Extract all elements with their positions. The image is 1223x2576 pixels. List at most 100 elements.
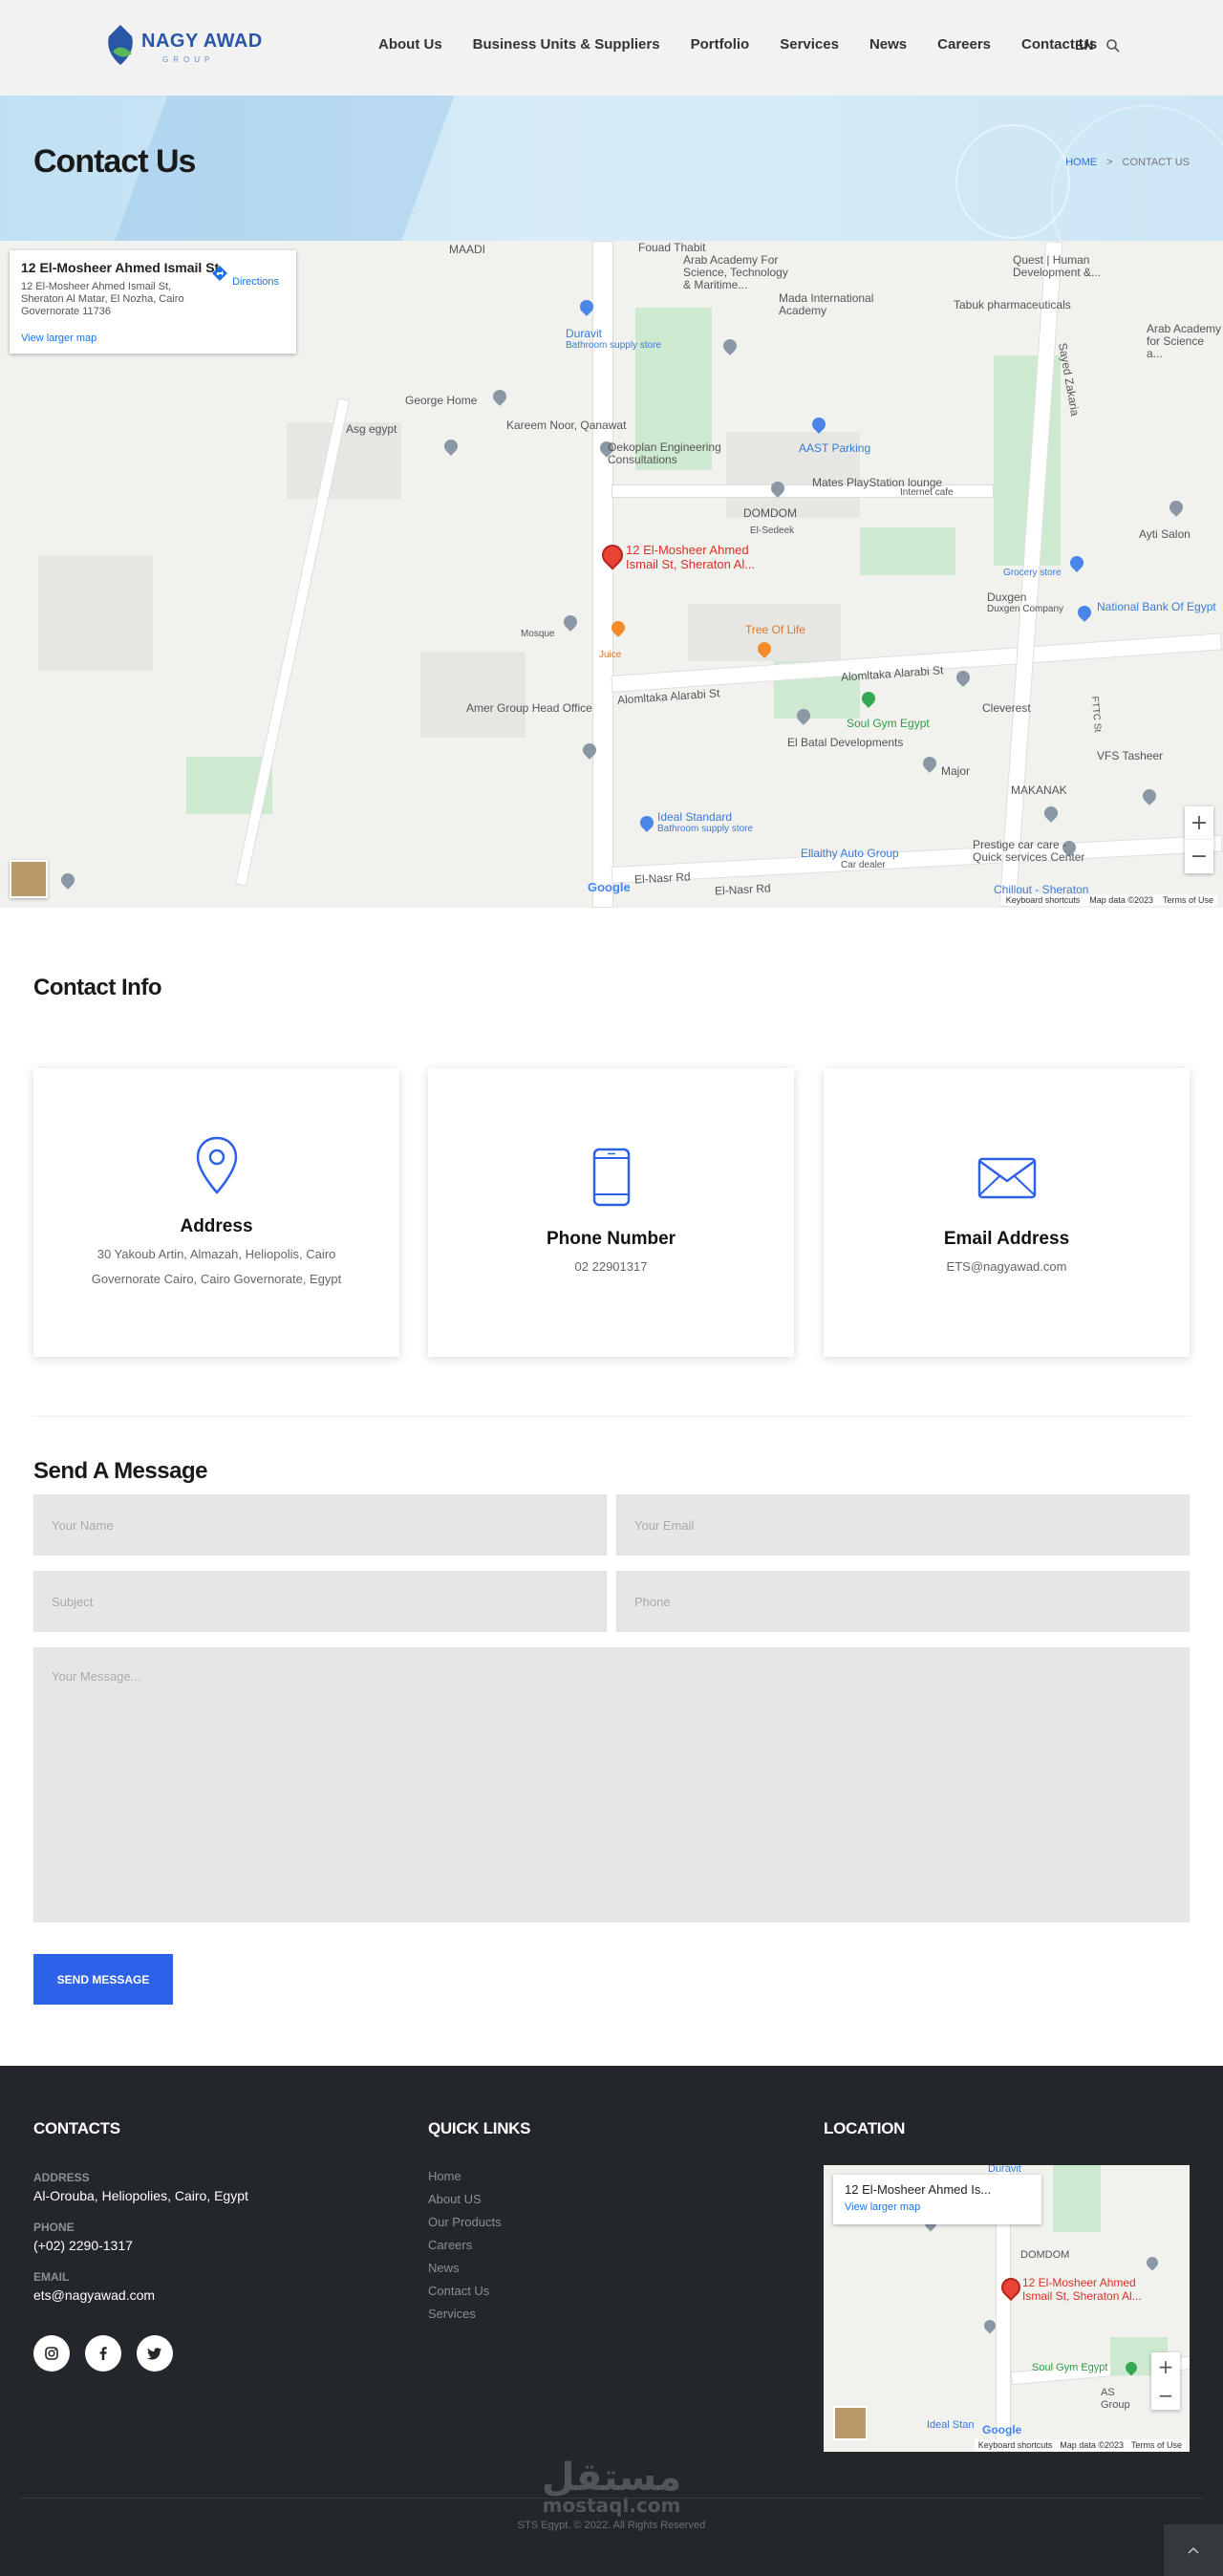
twitter-button[interactable] [137,2335,173,2372]
footer-divider [19,2498,1204,2499]
send-message-button[interactable]: SEND MESSAGE [33,1954,173,2005]
nav-news[interactable]: News [869,36,907,53]
back-to-top-button[interactable] [1164,2524,1223,2576]
map-poi-pin[interactable] [1041,804,1061,823]
search-icon[interactable] [1105,38,1121,54]
google-map[interactable]: Arab Academy For Science, Technology & M… [0,241,1223,908]
footer-quick-links-heading: QUICK LINKS [428,2119,531,2137]
map-label: El Batal Developments [787,736,904,749]
terms-of-use-link[interactable]: Terms of Use [1163,895,1213,905]
directions-label: Directions [232,276,279,288]
view-larger-map-link[interactable]: View larger map [21,333,97,344]
breadcrumb: HOME > CONTACT US [1065,157,1190,168]
email-input[interactable]: Your Email [616,1494,1190,1556]
map-poi-pin[interactable] [1140,786,1159,805]
name-input[interactable]: Your Name [33,1494,607,1556]
logo[interactable]: NAGY AWAD GROUP [103,23,262,71]
footer-link-home[interactable]: Home [428,2165,502,2188]
footer-map-footer: Keyboard shortcuts Map data ©2023 Terms … [974,2439,1186,2451]
map-label: AS Group [1101,2387,1130,2411]
site-footer: CONTACTS ADDRESS Al-Oroubа, Heliopolies,… [0,2066,1223,2576]
map-poi-pin[interactable] [490,387,509,406]
keyboard-shortcuts-link[interactable]: Keyboard shortcuts [978,2440,1053,2450]
phone-text[interactable]: 02 22901317 [457,1255,765,1279]
zoom-in-button[interactable]: + [1151,2352,1180,2381]
footer-quick-links: Home About US Our Products Careers News … [428,2165,502,2326]
map-poi-pin[interactable] [58,870,77,890]
footer-link-news[interactable]: News [428,2257,502,2280]
map-poi-pin[interactable] [1144,2254,1161,2271]
facebook-button[interactable] [85,2335,121,2372]
location-marker-label: 12 El-Mosheer Ahmed Ismail St, Sheraton … [626,543,755,571]
footer-map-zoom-control: + − [1151,2352,1180,2410]
map-label: Car dealer [841,860,886,870]
footer-address-value: Al-Oroubа, Heliopolies, Cairo, Egypt [33,2188,248,2203]
nav-services[interactable]: Services [780,36,839,53]
map-poi-pin[interactable] [561,612,580,632]
page-banner: Contact Us HOME > CONTACT US [0,96,1223,241]
map-label: Juice [599,650,622,660]
zoom-out-button[interactable]: − [1185,840,1213,873]
google-logo: Google [588,880,631,894]
map-poi-pin[interactable] [637,813,656,832]
subject-input[interactable]: Subject [33,1571,607,1632]
footer-link-careers[interactable]: Careers [428,2234,502,2257]
nav-careers[interactable]: Careers [937,36,991,53]
footer-map-card-place: 12 El-Mosheer Ahmed Is... [845,2182,992,2197]
footer-map[interactable]: Duravit DOMDOM 12 El-Mosheer Ahmed Ismai… [824,2165,1190,2452]
map-poi-pin[interactable] [920,754,939,773]
footer-email-value[interactable]: ets@nagyawad.com [33,2287,155,2303]
map-poi-pin[interactable] [1167,498,1186,517]
map-poi-pin[interactable] [954,668,973,687]
map-data-label: Map data ©2023 [1060,2440,1124,2450]
footer-phone-value[interactable]: (+02) 2290-1317 [33,2238,133,2253]
footer-link-services[interactable]: Services [428,2303,502,2326]
footer-view-larger-map-link[interactable]: View larger map [845,2201,1030,2213]
page-title: Contact Us [33,143,196,180]
language-switcher[interactable]: EN [1075,37,1093,53]
logo-mark-icon [108,25,133,65]
map-poi-pin[interactable] [720,336,740,355]
message-textarea[interactable]: Your Message... [33,1647,1190,1922]
map-data-label: Map data ©2023 [1089,895,1153,905]
zoom-in-button[interactable]: + [1185,806,1213,840]
breadcrumb-separator: > [1106,157,1113,168]
footer-link-contact[interactable]: Contact Us [428,2280,502,2303]
keyboard-shortcuts-link[interactable]: Keyboard shortcuts [1006,895,1081,905]
breadcrumb-home[interactable]: HOME [1065,157,1097,168]
watermark: مستقل mostaql.com [0,2456,1223,2517]
footer-link-products[interactable]: Our Products [428,2211,502,2234]
directions-button[interactable]: Directions [210,264,279,288]
map-label: Arab Academy For Science, Technology & M… [683,253,788,291]
map-label: MAADI [449,243,486,256]
zoom-out-button[interactable]: − [1151,2381,1180,2410]
map-satellite-toggle[interactable] [10,860,48,898]
map-poi-pin[interactable] [1067,553,1086,572]
nav-about-us[interactable]: About Us [378,36,442,53]
footer-link-about[interactable]: About US [428,2188,502,2211]
footer-email-label: EMAIL [33,2270,70,2284]
map-label: El-Nasr Rd [714,881,772,898]
copyright-text: STS Egypt. © 2022. All Rights Reserved [517,2520,706,2531]
terms-of-use-link[interactable]: Terms of Use [1131,2440,1182,2450]
map-satellite-toggle[interactable] [833,2406,868,2440]
footer-address-label: ADDRESS [33,2171,90,2184]
map-label: AAST Parking [799,441,871,455]
nav-portfolio[interactable]: Portfolio [691,36,750,53]
map-label: Soul Gym Egypt [847,717,930,730]
email-text[interactable]: ETS@nagyawad.com [852,1255,1161,1279]
map-card-address: 12 El-Mosheer Ahmed Ismail St, Sheraton … [21,281,184,317]
phone-title: Phone Number [546,1229,676,1249]
map-poi-pin[interactable] [441,437,461,456]
map-block [38,556,153,671]
instagram-button[interactable] [33,2335,70,2372]
phone-input[interactable]: Phone [616,1571,1190,1632]
nav-business-units[interactable]: Business Units & Suppliers [473,36,660,53]
address-title: Address [180,1216,253,1236]
location-marker-label-line: Ismail St, Sheraton Al... [1022,2289,1142,2303]
map-label: Mada International Academy [779,291,874,317]
map-poi-pin[interactable] [1075,603,1094,622]
map-poi-pin[interactable] [809,415,828,434]
map-label: El-Sedeek [750,526,795,536]
map-poi-pin[interactable] [859,689,878,708]
